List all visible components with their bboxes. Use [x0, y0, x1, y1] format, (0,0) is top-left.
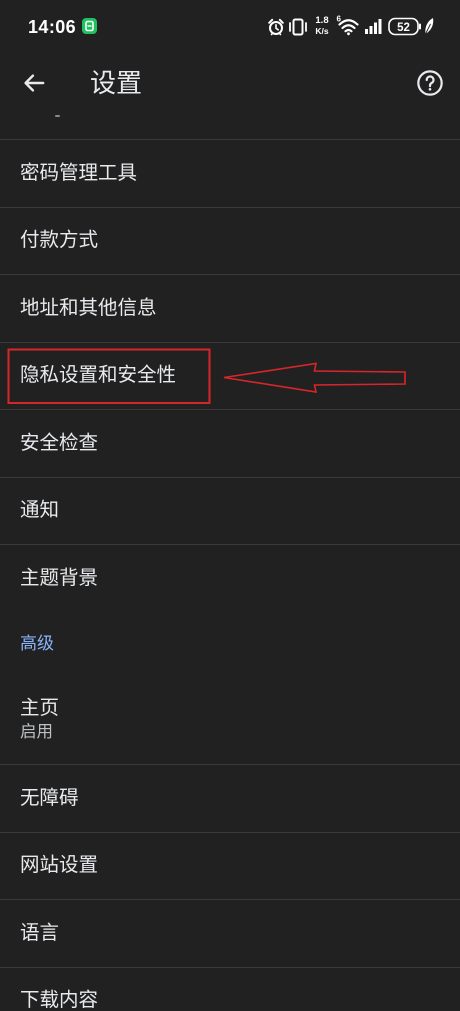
- settings-item-label: 主题背景: [20, 566, 99, 589]
- alarm-icon: [268, 18, 284, 36]
- help-circle-icon: [417, 70, 443, 96]
- net-speed-unit: K/s: [315, 26, 329, 36]
- signal-icon: [365, 19, 382, 34]
- settings-item-privacy-security[interactable]: 隐私设置和安全性: [0, 341, 460, 410]
- battery-icon: 52: [388, 17, 421, 36]
- app-notification-icon: [82, 18, 97, 34]
- vibrate-icon: [289, 18, 307, 36]
- settings-item-accessibility[interactable]: 无障碍: [0, 764, 460, 832]
- section-header-advanced: 高级: [0, 612, 460, 676]
- back-button[interactable]: [20, 69, 48, 97]
- settings-item-safety-check[interactable]: 安全检查: [0, 409, 460, 477]
- arrow-back-icon: [24, 74, 45, 92]
- settings-item-label: 无障碍: [20, 786, 79, 809]
- settings-item-addresses[interactable]: 地址和其他信息: [0, 274, 460, 342]
- net-speed-indicator: 1.8 K/s: [315, 15, 329, 36]
- page-title: 设置: [90, 68, 143, 98]
- help-button[interactable]: [416, 69, 444, 97]
- settings-item-sublabel: 启用: [20, 723, 53, 742]
- settings-item-label: 语言: [20, 921, 60, 944]
- status-icons: 1.8 K/s 6 52: [82, 15, 434, 36]
- settings-item-label: 主页: [20, 697, 60, 720]
- settings-item-label: 隐私设置和安全性: [20, 364, 177, 387]
- status-bar: 14:06 1.8 K/s 6 52: [0, 0, 460, 52]
- settings-item-label: 网站设置: [20, 854, 99, 877]
- settings-item-label: 密码管理工具: [20, 161, 138, 184]
- settings-item-homepage[interactable]: 主页 启用: [0, 676, 460, 765]
- top-app-bar: 设置: [0, 52, 460, 114]
- settings-item-label: 通知: [20, 499, 60, 522]
- settings-item-downloads[interactable]: 下载内容: [0, 966, 460, 1011]
- clipped-row-fragment: [55, 115, 60, 117]
- settings-item-payment-methods[interactable]: 付款方式: [0, 206, 460, 275]
- settings-item-notifications[interactable]: 通知: [0, 476, 460, 545]
- settings-item-label: 地址和其他信息: [20, 296, 157, 319]
- wifi-icon: 6: [337, 15, 359, 36]
- net-speed-value: 1.8: [315, 15, 328, 26]
- section-header-label: 高级: [20, 633, 54, 653]
- settings-item-site-settings[interactable]: 网站设置: [0, 831, 460, 900]
- leaf-icon: [425, 18, 434, 35]
- settings-item-languages[interactable]: 语言: [0, 899, 460, 967]
- settings-item-label: 下载内容: [20, 988, 99, 1011]
- settings-item-label: 付款方式: [20, 229, 99, 252]
- settings-item-password-manager[interactable]: 密码管理工具: [0, 139, 460, 207]
- settings-list[interactable]: 密码管理工具 付款方式 地址和其他信息 隐私设置和安全性 安全检查 通知 主题背…: [0, 139, 460, 1011]
- settings-item-theme[interactable]: 主题背景: [0, 544, 460, 612]
- battery-level: 52: [397, 22, 410, 34]
- settings-item-label: 安全检查: [20, 431, 99, 454]
